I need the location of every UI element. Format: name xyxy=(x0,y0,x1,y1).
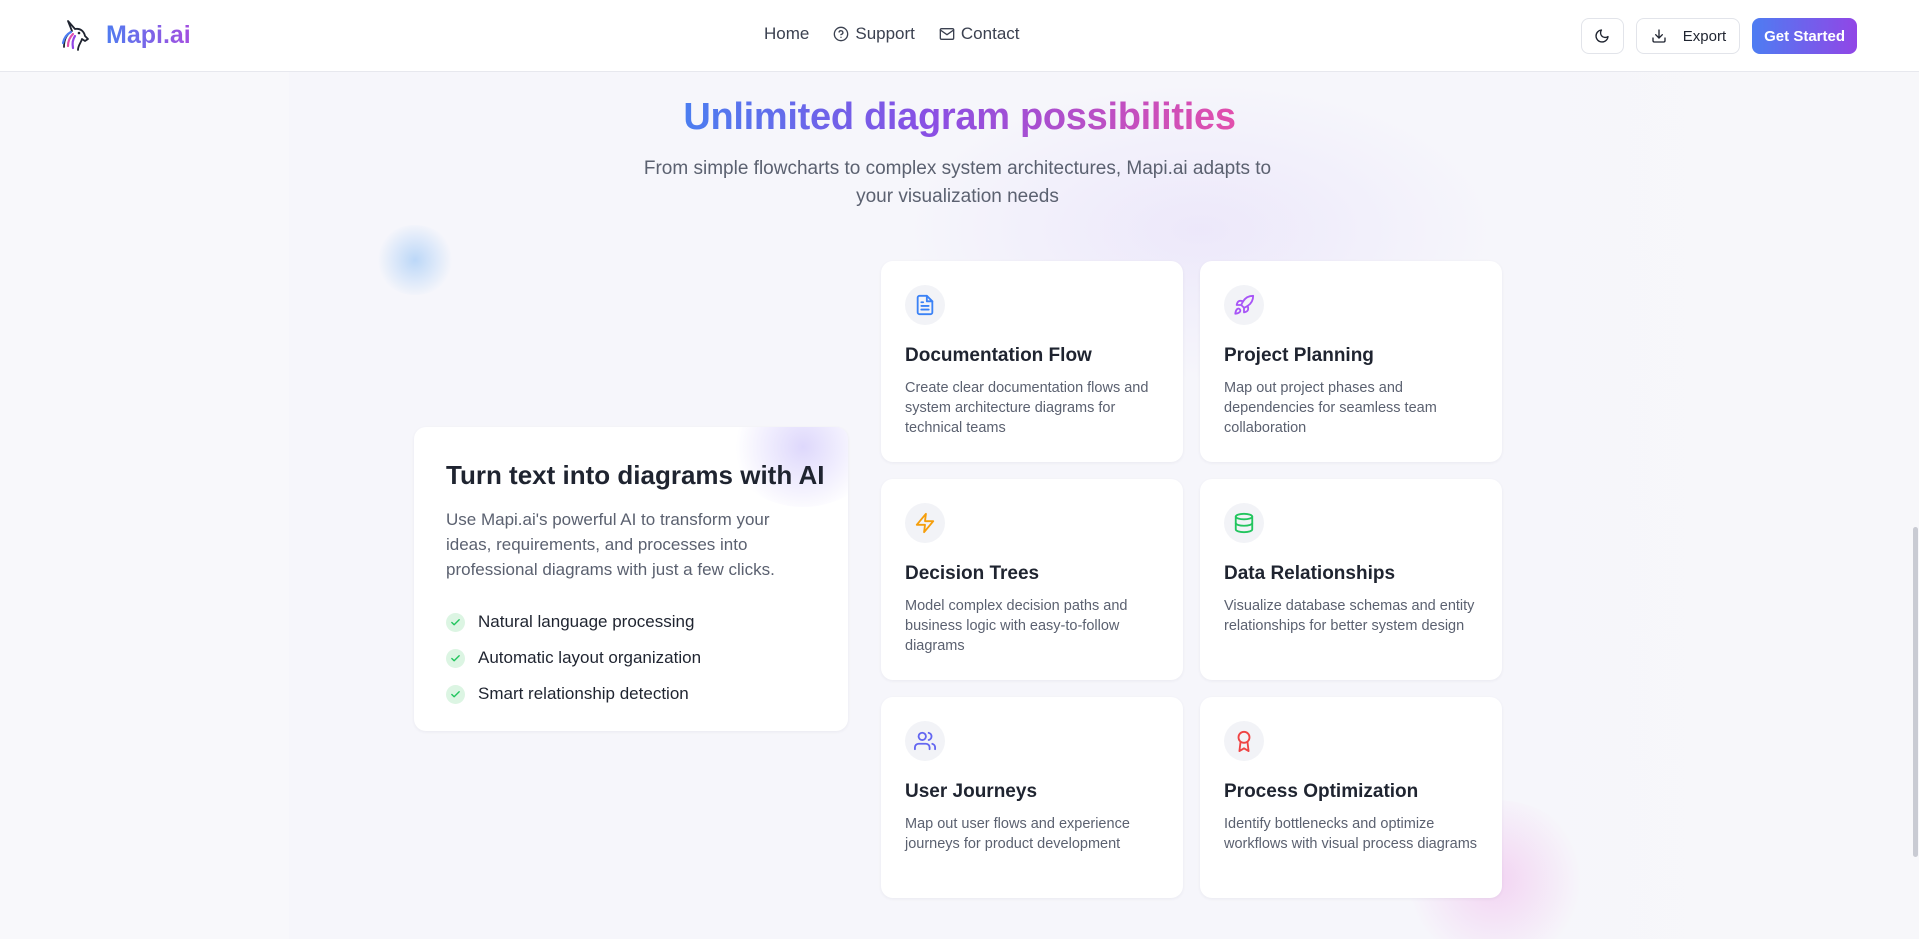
nav-link-home[interactable]: Home xyxy=(764,24,809,44)
feature-item: Automatic layout organization xyxy=(446,640,701,676)
section-subtitle: From simple flowcharts to complex system… xyxy=(643,158,1272,207)
feature-item-label: Automatic layout organization xyxy=(478,648,702,667)
card-description: Map out user flows and experience journe… xyxy=(905,816,1130,852)
card-description: Identify bottlenecks and optimize workfl… xyxy=(1224,816,1478,852)
rocket-icon xyxy=(1224,285,1264,325)
feature-list: Natural language processing Automatic la… xyxy=(446,604,701,712)
card-documentation-flow[interactable]: Documentation Flow Create clear document… xyxy=(881,261,1183,462)
ai-feature-panel: Turn text into diagrams with AI Use Mapi… xyxy=(414,427,848,731)
nav-label-home: Home xyxy=(764,24,810,43)
panel-title: Turn text into diagrams with AI xyxy=(446,460,825,490)
card-title: User Journeys xyxy=(905,781,1038,802)
card-description: Model complex decision paths and busines… xyxy=(905,598,1128,654)
award-icon xyxy=(1224,721,1264,761)
nav-link-support[interactable]: Support xyxy=(833,24,915,44)
check-icon xyxy=(446,612,465,632)
nav-link-contact[interactable]: Contact xyxy=(939,24,1020,44)
card-user-journeys[interactable]: User Journeys Map out user flows and exp… xyxy=(881,697,1183,898)
brand-logo-link[interactable]: Mapi.ai xyxy=(58,17,191,53)
mail-icon xyxy=(939,28,955,40)
nav-label-contact: Contact xyxy=(960,24,1020,43)
background-left-strip xyxy=(0,72,289,939)
help-circle-icon xyxy=(834,26,849,42)
database-icon xyxy=(1224,503,1264,543)
card-title: Decision Trees xyxy=(905,563,1040,584)
background-right-strip xyxy=(1499,72,1919,939)
card-decision-trees[interactable]: Decision Trees Model complex decision pa… xyxy=(881,479,1183,680)
background-glow-blue xyxy=(375,225,455,295)
header-actions: Export Get Started xyxy=(1580,18,1857,54)
users-icon xyxy=(905,721,945,761)
card-title: Data Relationships xyxy=(1224,563,1396,584)
card-description: Create clear documentation flows and sys… xyxy=(905,380,1149,436)
top-navbar: Mapi.ai Home Support Contact Export Get … xyxy=(0,0,1919,72)
card-description: Visualize database schemas and entity re… xyxy=(1224,598,1475,634)
theme-toggle-button[interactable] xyxy=(1580,18,1624,54)
file-text-icon xyxy=(905,285,945,325)
check-icon xyxy=(446,684,465,704)
get-started-button[interactable]: Get Started xyxy=(1752,18,1857,54)
unicorn-logo-icon xyxy=(61,20,89,51)
download-icon xyxy=(1652,29,1666,43)
zap-icon xyxy=(905,503,945,543)
card-data-relationships[interactable]: Data Relationships Visualize database sc… xyxy=(1200,479,1502,680)
card-title: Process Optimization xyxy=(1224,781,1419,802)
section-title: Unlimited diagram possibilities xyxy=(0,96,1919,139)
panel-description: Use Mapi.ai's powerful AI to transform y… xyxy=(446,510,775,579)
feature-item: Smart relationship detection xyxy=(446,676,701,712)
card-project-planning[interactable]: Project Planning Map out project phases … xyxy=(1200,261,1502,462)
feature-item: Natural language processing xyxy=(446,604,701,640)
main-nav: Home Support Contact xyxy=(764,24,1020,44)
export-button[interactable]: Export xyxy=(1635,18,1741,54)
card-title: Documentation Flow xyxy=(905,345,1092,366)
card-title: Project Planning xyxy=(1224,345,1374,366)
feature-item-label: Natural language processing xyxy=(478,612,695,631)
brand-name: Mapi.ai xyxy=(106,20,191,49)
check-icon xyxy=(446,648,465,668)
section-title-text: Unlimited diagram possibilities xyxy=(683,96,1236,138)
moon-icon xyxy=(1595,29,1609,43)
card-process-optimization[interactable]: Process Optimization Identify bottleneck… xyxy=(1200,697,1502,898)
feature-item-label: Smart relationship detection xyxy=(478,684,689,703)
card-description: Map out project phases and dependencies … xyxy=(1224,380,1437,436)
export-button-label: Export xyxy=(1682,27,1727,45)
nav-label-support: Support xyxy=(855,24,915,43)
page-scrollbar[interactable] xyxy=(1912,72,1919,939)
scrollbar-thumb[interactable] xyxy=(1913,527,1918,857)
